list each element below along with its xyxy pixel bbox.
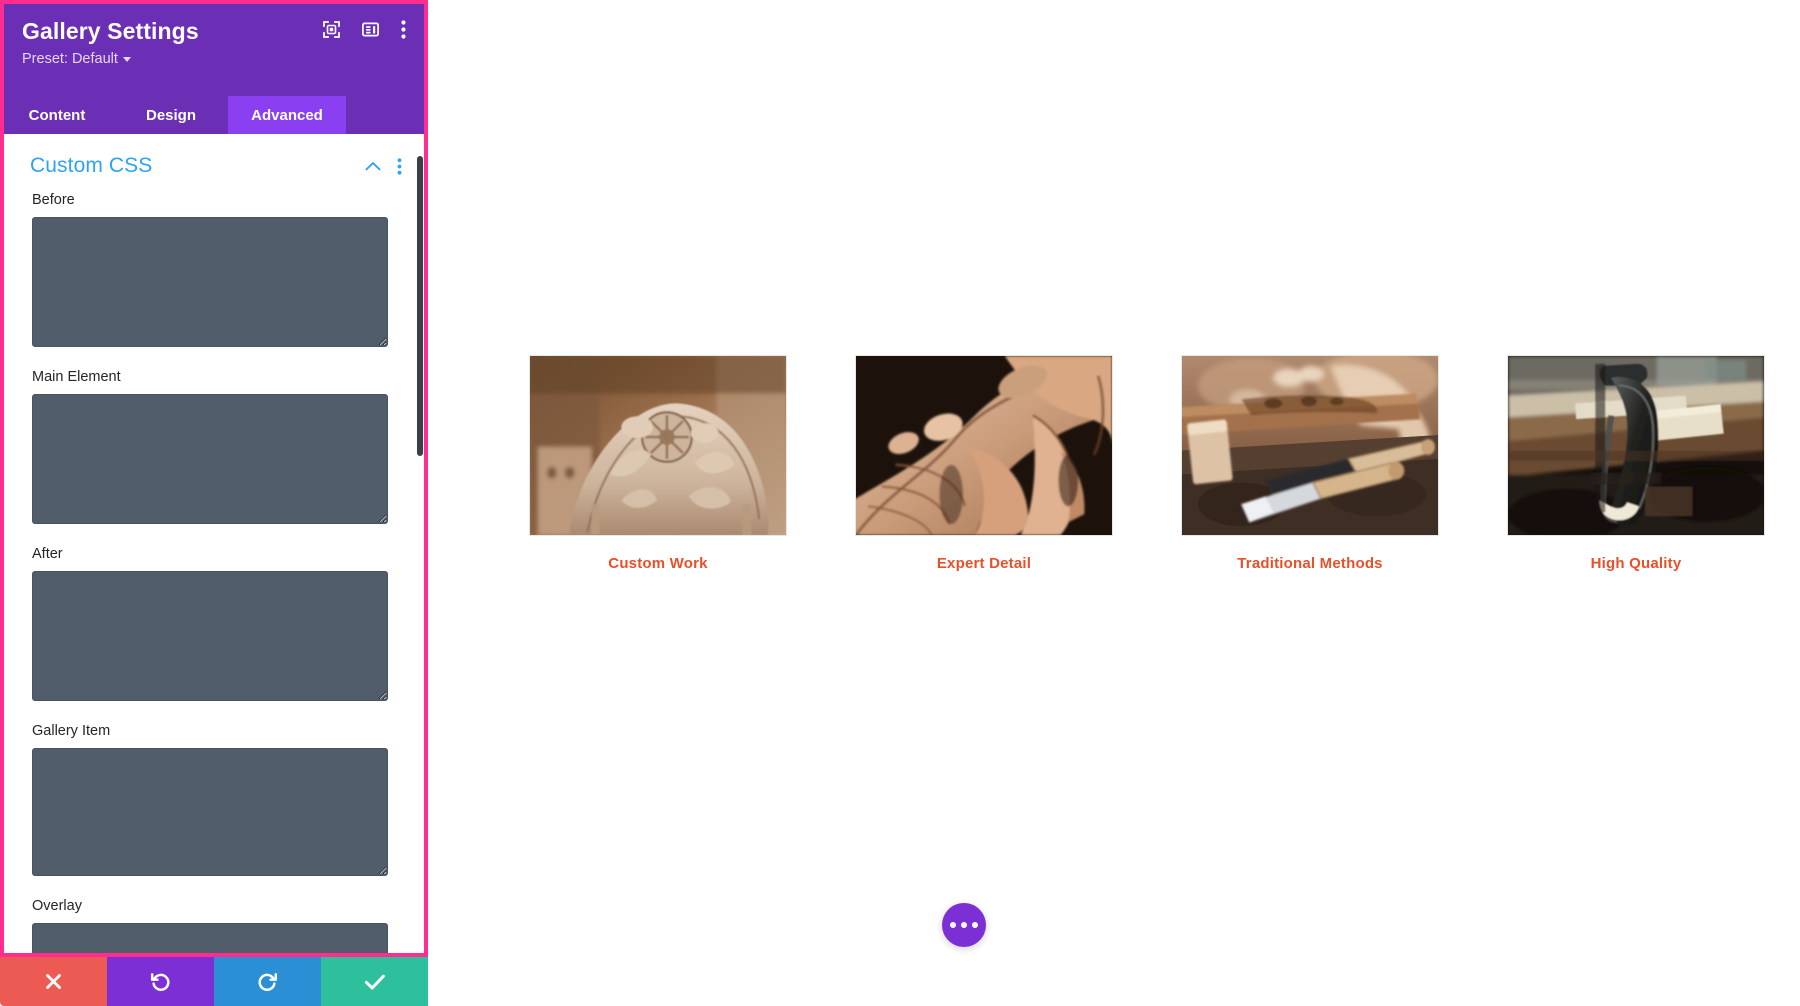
- tab-content[interactable]: Content: [0, 96, 114, 134]
- redo-button[interactable]: [214, 957, 321, 1006]
- panel-scrollbar[interactable]: [414, 134, 424, 953]
- ellipsis-icon: [972, 922, 978, 928]
- tab-design[interactable]: Design: [114, 96, 228, 134]
- gallery-caption: Traditional Methods: [1237, 555, 1383, 572]
- tab-advanced[interactable]: Advanced: [228, 96, 346, 134]
- cancel-button[interactable]: [0, 957, 107, 1006]
- redo-icon: [258, 973, 278, 991]
- panel-header: Gallery Settings Preset: Default: [0, 4, 424, 96]
- save-button[interactable]: [321, 957, 428, 1006]
- preset-selector[interactable]: Preset: Default: [22, 51, 131, 67]
- overlay-css-textarea[interactable]: [32, 923, 388, 953]
- preset-label: Preset: Default: [22, 50, 118, 67]
- gallery-caption: High Quality: [1590, 555, 1682, 572]
- gallery-item[interactable]: High Quality: [1473, 355, 1799, 572]
- gallery-caption: Expert Detail: [936, 555, 1032, 572]
- panel-action-bar: [0, 957, 428, 1006]
- panel-scrollbar-thumb[interactable]: [417, 156, 423, 456]
- section-title: Custom CSS: [30, 154, 153, 177]
- field-label: Before: [32, 192, 75, 208]
- chevron-up-icon[interactable]: [365, 161, 381, 171]
- after-css-textarea[interactable]: [32, 571, 388, 701]
- close-icon: [46, 974, 61, 989]
- field-after: After: [32, 546, 392, 701]
- field-label: Overlay: [32, 898, 82, 914]
- panel-body: Custom CSS Before Main Element After Gal…: [0, 134, 424, 953]
- page-canvas: Custom Work Expert Detail Traditional Me…: [428, 0, 1800, 1006]
- focus-target-icon[interactable]: [323, 21, 340, 38]
- kebab-menu-icon[interactable]: [397, 157, 402, 175]
- undo-icon: [150, 973, 170, 991]
- gallery-image-2[interactable]: [855, 355, 1113, 536]
- field-label: After: [32, 546, 63, 562]
- field-label: Main Element: [32, 369, 121, 385]
- panel-layout-icon[interactable]: [362, 21, 379, 38]
- page-settings-fab[interactable]: [942, 903, 986, 947]
- gallery-item[interactable]: Traditional Methods: [1147, 355, 1473, 572]
- undo-button[interactable]: [107, 957, 214, 1006]
- panel-scroll-area: Custom CSS Before Main Element After Gal…: [0, 134, 424, 953]
- field-label: Gallery Item: [32, 723, 111, 739]
- gallery-image-4[interactable]: [1507, 355, 1765, 536]
- gallery-item[interactable]: Custom Work: [495, 355, 821, 572]
- main-element-css-textarea[interactable]: [32, 394, 388, 524]
- field-gallery-item: Gallery Item: [32, 723, 392, 876]
- kebab-menu-icon[interactable]: [401, 20, 406, 39]
- field-before: Before: [32, 192, 392, 347]
- before-css-textarea[interactable]: [32, 217, 388, 347]
- panel-header-icons: [323, 20, 406, 39]
- panel-highlight-edge: [0, 0, 4, 957]
- section-actions: [365, 157, 402, 175]
- check-icon: [364, 974, 385, 989]
- gallery-item-css-textarea[interactable]: [32, 748, 388, 876]
- gallery-image-1[interactable]: [529, 355, 787, 536]
- gallery-image-3[interactable]: [1181, 355, 1439, 536]
- app-root: Custom Work Expert Detail Traditional Me…: [0, 0, 1800, 1006]
- gallery-caption: Custom Work: [608, 555, 708, 572]
- gallery-item[interactable]: Expert Detail: [821, 355, 1147, 572]
- settings-tabs: Content Design Advanced: [0, 96, 424, 134]
- gallery-module: Custom Work Expert Detail Traditional Me…: [428, 355, 1800, 572]
- chevron-down-icon: [122, 57, 131, 63]
- field-overlay: Overlay: [32, 898, 392, 953]
- field-main-element: Main Element: [32, 369, 392, 524]
- ellipsis-icon: [961, 922, 967, 928]
- ellipsis-icon: [950, 922, 956, 928]
- custom-css-fields: Before Main Element After Gallery Item O…: [0, 192, 424, 953]
- custom-css-section-header: Custom CSS: [0, 134, 424, 192]
- gallery-settings-panel: Gallery Settings Preset: Default Content…: [0, 0, 428, 957]
